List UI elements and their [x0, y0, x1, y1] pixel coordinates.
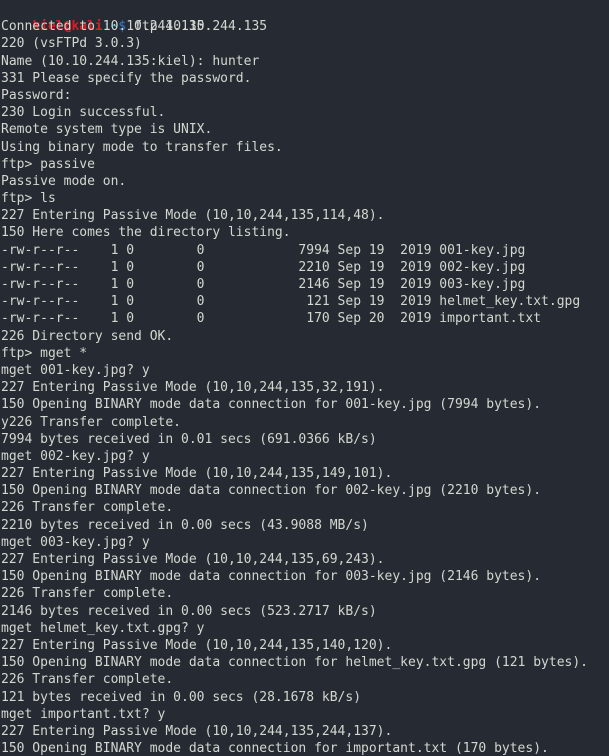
- terminal-line: 2210 bytes received in 0.00 secs (43.908…: [1, 517, 369, 533]
- terminal-line: 226 Transfer complete.: [1, 586, 174, 602]
- terminal-line: 227 Entering Passive Mode (10,10,244,135…: [1, 208, 385, 224]
- terminal-line: ftp> ls: [1, 191, 56, 207]
- terminal-line: ftp> mget *: [1, 345, 88, 361]
- terminal-line: Password:: [1, 87, 72, 103]
- terminal-window[interactable]: kiel@kali:~$ ftp 10.10.244.135 Connected…: [0, 0, 609, 756]
- terminal-line: 150 Opening BINARY mode data connection …: [1, 569, 542, 585]
- terminal-line: ftp> passive: [1, 156, 95, 172]
- terminal-line: Remote system type is UNIX.: [1, 122, 213, 138]
- terminal-line: -rw-r--r-- 1 0 0 2210 Sep 19 2019 002-ke…: [1, 259, 526, 275]
- terminal-line: 227 Entering Passive Mode (10,10,244,135…: [1, 723, 393, 739]
- terminal-line: 220 (vsFTPd 3.0.3): [1, 36, 142, 52]
- shell-prompt-line: kiel@kali:~$ ftp 10.10.244.135: [1, 1, 609, 34]
- terminal-line: 226 Transfer complete.: [1, 500, 174, 516]
- terminal-line: 150 Here comes the directory listing.: [1, 225, 291, 241]
- terminal-line: Connected to 10.10.244.135.: [1, 19, 213, 35]
- terminal-line: 150 Opening BINARY mode data connection …: [1, 483, 542, 499]
- terminal-line: Name (10.10.244.135:kiel): hunter: [1, 53, 260, 69]
- terminal-line: Using binary mode to transfer files.: [1, 139, 283, 155]
- terminal-line: y226 Transfer complete.: [1, 414, 182, 430]
- terminal-line: 226 Transfer complete.: [1, 672, 174, 688]
- terminal-line: 2146 bytes received in 0.00 secs (523.27…: [1, 603, 377, 619]
- terminal-line: 226 Directory send OK.: [1, 328, 174, 344]
- terminal-line: 121 bytes received in 0.00 secs (28.1678…: [1, 689, 362, 705]
- terminal-line: -rw-r--r-- 1 0 0 121 Sep 19 2019 helmet_…: [1, 294, 581, 310]
- terminal-output: Connected to 10.10.244.135. 220 (vsFTPd 3…: [1, 18, 609, 756]
- terminal-line: 227 Entering Passive Mode (10,10,244,135…: [1, 637, 393, 653]
- terminal-line: -rw-r--r-- 1 0 0 7994 Sep 19 2019 001-ke…: [1, 242, 526, 258]
- terminal-line: Passive mode on.: [1, 173, 127, 189]
- terminal-line: -rw-r--r-- 1 0 0 2146 Sep 19 2019 003-ke…: [1, 277, 526, 292]
- terminal-line: 150 Opening BINARY mode data connection …: [1, 397, 542, 413]
- terminal-line: 227 Entering Passive Mode (10,10,244,135…: [1, 552, 385, 567]
- terminal-line: 150 Opening BINARY mode data connection …: [1, 655, 588, 671]
- terminal-line: 227 Entering Passive Mode (10,10,244,135…: [1, 466, 393, 482]
- terminal-line: mget 002-key.jpg? y: [1, 448, 150, 464]
- terminal-line: 150 Opening BINARY mode data connection …: [1, 741, 549, 756]
- terminal-line: mget important.txt? y: [1, 706, 166, 722]
- terminal-line: 7994 bytes received in 0.01 secs (691.03…: [1, 431, 377, 447]
- terminal-line: mget 003-key.jpg? y: [1, 534, 150, 550]
- terminal-line: mget helmet_key.txt.gpg? y: [1, 620, 205, 636]
- terminal-line: 230 Login successful.: [1, 105, 166, 121]
- terminal-line: 227 Entering Passive Mode (10,10,244,135…: [1, 380, 385, 396]
- terminal-line: -rw-r--r-- 1 0 0 170 Sep 20 2019 importa…: [1, 311, 542, 327]
- terminal-line: 331 Please specify the password.: [1, 70, 252, 86]
- terminal-line: mget 001-key.jpg? y: [1, 362, 150, 378]
